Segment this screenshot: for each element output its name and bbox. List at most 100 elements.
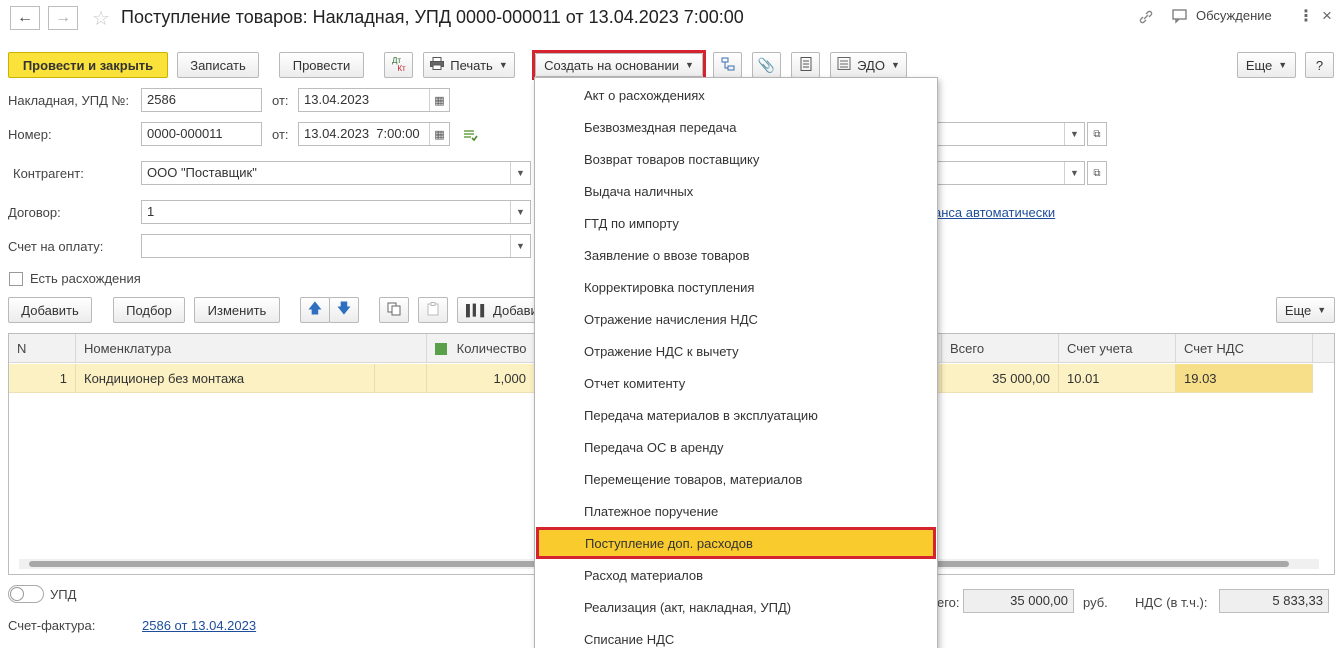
chevron-down-icon: ▼ [1278, 60, 1288, 70]
help-button[interactable]: ? [1305, 52, 1334, 78]
menu-item[interactable]: Безвозмездная передача [535, 111, 937, 143]
cell-item[interactable]: Кондиционер без монтажа [76, 364, 375, 393]
invoice-link[interactable]: 2586 от 13.04.2023 [142, 618, 256, 633]
copy-icon [387, 302, 401, 319]
menu-item[interactable]: Реализация (акт, накладная, УПД) [535, 591, 937, 623]
calendar-icon[interactable]: ▦ [429, 123, 449, 145]
vat-value-field: 5 833,33 [1219, 589, 1329, 613]
edo-button[interactable]: ЭДО ▼ [830, 52, 907, 78]
link-icon[interactable] [1138, 9, 1154, 28]
pick-button[interactable]: Подбор [113, 297, 185, 323]
more-vertical-icon[interactable]: ⋮ [1298, 6, 1314, 26]
invoice-date-label: от: [272, 93, 289, 108]
advance-offset-link[interactable]: анса автоматически [934, 205, 1055, 220]
menu-item[interactable]: Перемещение товаров, материалов [535, 463, 937, 495]
structure-button[interactable] [713, 52, 742, 78]
menu-item[interactable]: Выдача наличных [535, 175, 937, 207]
invoice-label: Счет-фактура: [8, 618, 96, 633]
menu-item[interactable]: Возврат товаров поставщику [535, 143, 937, 175]
organization-input[interactable]: ▼ [930, 122, 1085, 146]
total-label: его: [937, 595, 960, 610]
attach-button[interactable]: 📎 [752, 52, 781, 78]
column-header-account[interactable]: Счет учета [1059, 334, 1176, 363]
cell-item-extra[interactable] [375, 364, 427, 393]
menu-item[interactable]: Передача ОС в аренду [535, 431, 937, 463]
change-button[interactable]: Изменить [194, 297, 280, 323]
contractor-input[interactable]: ООО "Поставщик" ▼ [141, 161, 531, 185]
chevron-down-icon[interactable]: ▼ [510, 235, 530, 257]
more-button[interactable]: Еще ▼ [1237, 52, 1296, 78]
chevron-down-icon[interactable]: ▼ [1064, 123, 1084, 145]
calendar-icon[interactable]: ▦ [429, 89, 449, 111]
column-header-vat-account[interactable]: Счет НДС [1176, 334, 1313, 363]
back-button[interactable]: ← [10, 6, 40, 30]
payment-account-input[interactable]: ▼ [141, 234, 531, 258]
table-more-button[interactable]: Еще ▼ [1276, 297, 1335, 323]
menu-item[interactable]: Списание НДС [535, 623, 937, 648]
move-down-button[interactable]: 🡇 [329, 297, 359, 323]
print-button[interactable]: Печать ▼ [423, 52, 515, 78]
upd-toggle[interactable] [8, 585, 44, 603]
copy-button[interactable] [379, 297, 409, 323]
add-row-button[interactable]: Добавить [8, 297, 92, 323]
qty-column-icon [435, 343, 447, 355]
menu-item[interactable]: Расход материалов [535, 559, 937, 591]
post-button[interactable]: Провести [279, 52, 364, 78]
column-header-n[interactable]: N [9, 334, 76, 363]
number-input[interactable]: 0000-000011 [141, 122, 262, 146]
invoice-date-input[interactable]: 13.04.2023 ▦ [298, 88, 450, 112]
post-and-close-button[interactable]: Провести и закрыть [8, 52, 168, 78]
move-up-button[interactable]: 🡅 [300, 297, 330, 323]
chevron-down-icon: ▼ [498, 60, 508, 70]
column-header-total[interactable]: Всего [942, 334, 1059, 363]
paste-icon [427, 301, 439, 319]
menu-item[interactable]: Поступление доп. расходов [536, 527, 936, 559]
open-icon[interactable]: ⧉ [1087, 122, 1107, 146]
discussion-icon[interactable] [1172, 9, 1188, 27]
discussion-link[interactable]: Обсуждение [1196, 8, 1272, 23]
chevron-down-icon[interactable]: ▼ [510, 162, 530, 184]
cell-vat-account[interactable]: 19.03 [1176, 364, 1313, 393]
create-based-on-button[interactable]: Создать на основании ▼ [535, 53, 703, 77]
cell-account[interactable]: 10.01 [1059, 364, 1176, 393]
report-button[interactable] [791, 52, 820, 78]
contractor-value: ООО "Поставщик" [147, 165, 257, 180]
cell-qty[interactable]: 1,000 [427, 364, 535, 393]
number-label: Номер: [8, 127, 52, 142]
discrepancy-checkbox[interactable] [9, 272, 23, 286]
invoice-number-input[interactable]: 2586 [141, 88, 262, 112]
menu-item[interactable]: Отражение начисления НДС [535, 303, 937, 335]
favorite-star-icon[interactable]: ☆ [92, 6, 110, 31]
save-button[interactable]: Записать [177, 52, 259, 78]
arrow-down-icon: 🡇 [336, 300, 352, 316]
close-icon[interactable]: × [1322, 6, 1332, 26]
open-icon[interactable]: ⧉ [1087, 161, 1107, 185]
chevron-down-icon[interactable]: ▼ [510, 201, 530, 223]
chevron-down-icon: ▼ [890, 60, 900, 70]
menu-item[interactable]: ГТД по импорту [535, 207, 937, 239]
chevron-down-icon[interactable]: ▼ [1064, 162, 1084, 184]
menu-item[interactable]: Акт о расхождениях [535, 79, 937, 111]
warehouse-input[interactable]: ▼ [930, 161, 1085, 185]
hierarchy-icon [721, 57, 735, 74]
column-header-item[interactable]: Номенклатура [76, 334, 427, 363]
number-date-label: от: [272, 127, 289, 142]
column-header-scroll [1313, 334, 1334, 363]
dt-kt-button[interactable]: Дт Кт [384, 52, 413, 78]
menu-item[interactable]: Передача материалов в эксплуатацию [535, 399, 937, 431]
table-more-label: Еще [1284, 302, 1312, 318]
paste-button[interactable] [418, 297, 448, 323]
invoice-number-label: Накладная, УПД №: [8, 93, 130, 108]
menu-item[interactable]: Платежное поручение [535, 495, 937, 527]
contract-input[interactable]: 1 ▼ [141, 200, 531, 224]
forward-button[interactable]: → [48, 6, 78, 30]
menu-item[interactable]: Корректировка поступления [535, 271, 937, 303]
number-date-input[interactable]: 13.04.2023 7:00:00 ▦ [298, 122, 450, 146]
menu-item[interactable]: Отражение НДС к вычету [535, 335, 937, 367]
cell-n[interactable]: 1 [9, 364, 76, 393]
menu-item[interactable]: Заявление о ввозе товаров [535, 239, 937, 271]
column-header-qty[interactable]: Количество [427, 334, 535, 363]
cell-total[interactable]: 35 000,00 [942, 364, 1059, 393]
invoice-date-value: 13.04.2023 [304, 92, 370, 107]
menu-item[interactable]: Отчет комитенту [535, 367, 937, 399]
